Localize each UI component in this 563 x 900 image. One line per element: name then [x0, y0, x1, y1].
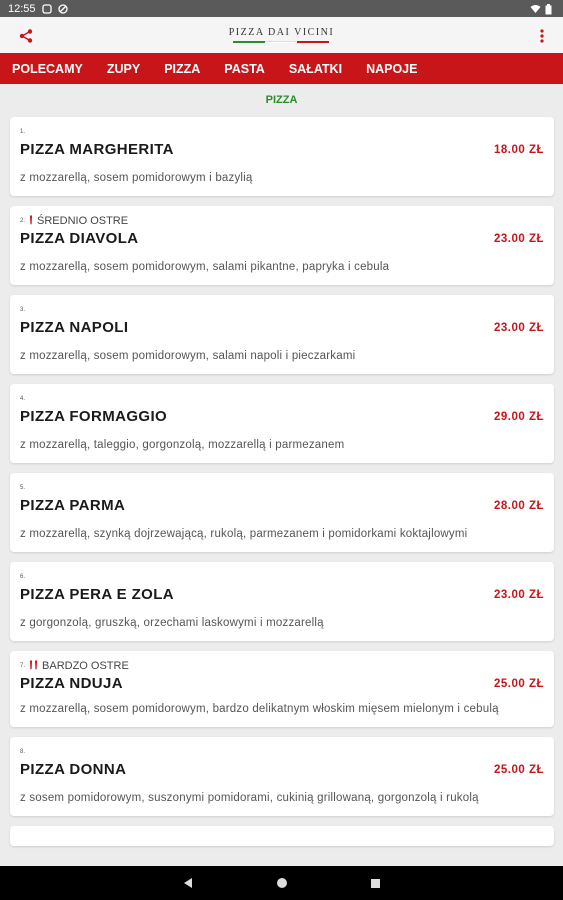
tab-salatki[interactable]: SAŁATKI	[289, 62, 342, 76]
italian-flag-stripe	[233, 41, 330, 43]
notification-icon	[41, 3, 52, 14]
item-name: PIZZA NAPOLI	[20, 319, 129, 336]
item-price: 25.00 ZŁ	[493, 677, 544, 690]
menu-item-card[interactable]: 7. BARDZO OSTRE PIZZA NDUJA 25.00 ZŁ z m…	[10, 651, 554, 727]
item-description: z mozzarellą, sosem pomidorowym, salami …	[20, 350, 356, 362]
category-nav: POLECAMY ZUPY PIZZA PASTA SAŁATKI NAPOJE	[0, 53, 563, 84]
item-number: 4.	[20, 396, 26, 402]
item-description: z gorgonzolą, gruszką, orzechami laskowy…	[20, 617, 324, 629]
item-price: 25.00 ZŁ	[493, 763, 544, 776]
menu-item-card[interactable]	[10, 826, 554, 846]
item-number: 5.	[20, 485, 26, 491]
share-button[interactable]	[15, 25, 37, 47]
item-description: z mozzarellą, sosem pomidorowym, salami …	[20, 261, 390, 273]
item-number: 7.	[20, 663, 26, 669]
double-chili-icon	[29, 659, 38, 673]
share-icon	[19, 29, 33, 43]
item-description: z mozzarellą, szynką dojrzewającą, rukol…	[20, 528, 468, 540]
menu-item-card[interactable]: 3. PIZZA NAPOLI 23.00 ZŁ z mozzarellą, s…	[10, 295, 554, 374]
system-nav-bar	[0, 866, 563, 900]
item-price: 28.00 ZŁ	[493, 499, 544, 512]
tab-napoje[interactable]: NAPOJE	[366, 62, 417, 76]
back-icon	[183, 878, 192, 888]
status-bar: 12:55	[0, 0, 563, 17]
battery-icon	[545, 3, 555, 14]
spice-level: BARDZO OSTRE	[42, 660, 129, 672]
item-price: 23.00 ZŁ	[493, 321, 544, 334]
item-price: 18.00 ZŁ	[493, 143, 544, 156]
more-vert-icon	[540, 29, 544, 43]
dnd-icon	[57, 3, 68, 14]
chili-icon	[29, 214, 33, 228]
item-description: z mozzarellą, sosem pomidorowym, bardzo …	[20, 703, 499, 715]
item-description: z sosem pomidorowym, suszonymi pomidoram…	[20, 792, 479, 804]
tab-pasta[interactable]: PASTA	[224, 62, 265, 76]
item-name: PIZZA MARGHERITA	[20, 141, 174, 158]
menu-list: 1. PIZZA MARGHERITA 18.00 ZŁ z mozzarell…	[10, 117, 554, 856]
menu-item-card[interactable]: 2. ŚREDNIO OSTRE PIZZA DIAVOLA 23.00 ZŁ …	[10, 206, 554, 285]
home-button[interactable]	[275, 876, 289, 890]
menu-item-card[interactable]: 6. PIZZA PERA E ZOLA 23.00 ZŁ z gorgonzo…	[10, 562, 554, 641]
menu-item-card[interactable]: 8. PIZZA DONNA 25.00 ZŁ z sosem pomidoro…	[10, 737, 554, 816]
item-price: 23.00 ZŁ	[493, 588, 544, 601]
item-name: PIZZA DIAVOLA	[20, 230, 139, 247]
item-description: z mozzarellą, taleggio, gorgonzolą, mozz…	[20, 439, 345, 451]
app-bar: PIZZA DAI VICINI	[0, 17, 563, 53]
section-title: PIZZA	[265, 94, 298, 106]
item-description: z mozzarellą, sosem pomidorowym i bazyli…	[20, 172, 253, 184]
item-name: PIZZA DONNA	[20, 761, 127, 778]
clock: 12:55	[8, 2, 36, 15]
item-number: 1.	[20, 129, 26, 135]
wifi-icon	[530, 4, 541, 14]
menu-item-card[interactable]: 4. PIZZA FORMAGGIO 29.00 ZŁ z mozzarellą…	[10, 384, 554, 463]
recents-button[interactable]	[369, 876, 383, 890]
overflow-menu-button[interactable]	[533, 25, 551, 47]
app-logo: PIZZA DAI VICINI	[229, 27, 334, 43]
item-name: PIZZA PARMA	[20, 497, 126, 514]
item-number: 8.	[20, 749, 26, 755]
menu-item-card[interactable]: 5. PIZZA PARMA 28.00 ZŁ z mozzarellą, sz…	[10, 473, 554, 552]
tab-pizza[interactable]: PIZZA	[164, 62, 200, 76]
recents-icon	[371, 878, 380, 888]
item-number: 6.	[20, 574, 26, 580]
item-name: PIZZA PERA E ZOLA	[20, 586, 175, 603]
tab-polecamy[interactable]: POLECAMY	[12, 62, 83, 76]
spice-level: ŚREDNIO OSTRE	[37, 215, 129, 227]
item-name: PIZZA NDUJA	[20, 675, 124, 692]
item-number: 2.	[20, 218, 26, 224]
item-number: 3.	[20, 307, 26, 313]
back-button[interactable]	[181, 876, 195, 890]
home-icon	[276, 878, 287, 888]
menu-item-card[interactable]: 1. PIZZA MARGHERITA 18.00 ZŁ z mozzarell…	[10, 117, 554, 196]
item-price: 23.00 ZŁ	[493, 232, 544, 245]
tab-zupy[interactable]: ZUPY	[107, 62, 140, 76]
item-price: 29.00 ZŁ	[493, 410, 544, 423]
item-name: PIZZA FORMAGGIO	[20, 408, 168, 425]
